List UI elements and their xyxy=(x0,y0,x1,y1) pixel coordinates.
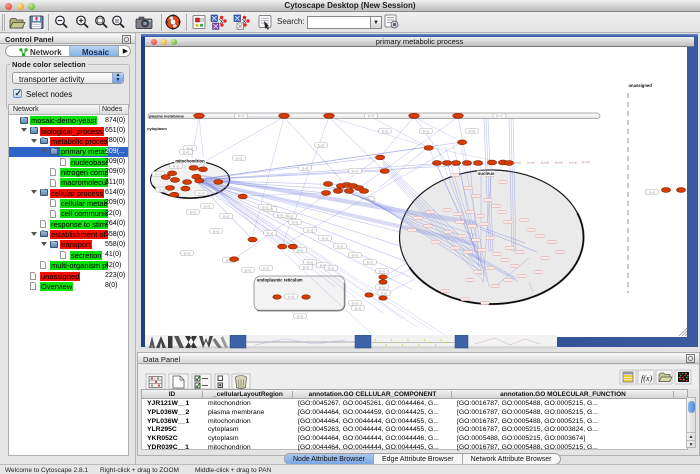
svg-text:[e-e]: [e-e] xyxy=(469,129,475,133)
svg-text:⊞: ⊞ xyxy=(115,19,119,25)
svg-text:[e-e]: [e-e] xyxy=(649,190,655,194)
svg-text:[e-e]: [e-e] xyxy=(263,266,269,270)
svg-text:nucleus: nucleus xyxy=(477,171,495,176)
svg-text:[e-e]: [e-e] xyxy=(155,172,161,176)
svg-text:[c-nd]: [c-nd] xyxy=(513,161,521,165)
svg-text:[e-e]: [e-e] xyxy=(307,260,313,264)
svg-text:[e-e]: [e-e] xyxy=(238,114,244,118)
svg-text:[e-e]: [e-e] xyxy=(368,114,374,118)
svg-text:[e-e]: [e-e] xyxy=(322,236,328,240)
svg-text:cytoplasm: cytoplasm xyxy=(147,126,167,131)
svg-text:[e-e]: [e-e] xyxy=(297,248,303,252)
svg-text:[e-e]: [e-e] xyxy=(223,214,229,218)
svg-text:[e-e]: [e-e] xyxy=(277,213,283,217)
svg-text:[e-e]: [e-e] xyxy=(352,169,358,173)
svg-text:[c-nd]: [c-nd] xyxy=(555,161,563,165)
svg-text:[e-e]: [e-e] xyxy=(352,301,358,305)
svg-text:[e-e]: [e-e] xyxy=(302,166,308,170)
svg-text:[e-e]: [e-e] xyxy=(297,314,303,318)
svg-text:[e-e]: [e-e] xyxy=(328,266,334,270)
svg-text:[e-e]: [e-e] xyxy=(173,164,179,168)
svg-text:[e-e]: [e-e] xyxy=(307,228,313,232)
svg-text:endoplasmic reticulum: endoplasmic reticulum xyxy=(257,278,303,283)
svg-text:[e-e]: [e-e] xyxy=(204,204,210,208)
svg-text:unassigned: unassigned xyxy=(629,83,653,88)
svg-text:[e-e]: [e-e] xyxy=(198,191,204,195)
svg-text:[e-e]: [e-e] xyxy=(262,205,268,209)
svg-text:[c-nd]: [c-nd] xyxy=(541,161,549,165)
svg-text:[e-e]: [e-e] xyxy=(288,295,294,299)
svg-text:[e-e]: [e-e] xyxy=(245,268,251,272)
svg-text:mitochondrion: mitochondrion xyxy=(175,159,205,164)
svg-text:[e-e]: [e-e] xyxy=(337,244,343,248)
svg-text:[e-e]: [e-e] xyxy=(382,129,388,133)
svg-text:[e-e]: [e-e] xyxy=(267,231,273,235)
svg-text:[e-e]: [e-e] xyxy=(190,210,196,214)
svg-text:[e-e]: [e-e] xyxy=(355,306,361,310)
svg-text:[e-e]: [e-e] xyxy=(381,291,387,295)
svg-text:[c-nd]: [c-nd] xyxy=(527,161,535,165)
svg-text:f(x): f(x) xyxy=(641,374,652,383)
svg-text:[e-e]: [e-e] xyxy=(379,285,385,289)
svg-text:[e-e]: [e-e] xyxy=(303,265,309,269)
svg-text:[e-e]: [e-e] xyxy=(287,214,293,218)
svg-text:[e-e]: [e-e] xyxy=(379,269,385,273)
svg-text:[e-e]: [e-e] xyxy=(292,220,298,224)
svg-text:[e-e]: [e-e] xyxy=(159,188,165,192)
svg-text:plasma membrane: plasma membrane xyxy=(149,114,185,119)
svg-text:[e-e]: [e-e] xyxy=(367,260,373,264)
svg-text:[e-e]: [e-e] xyxy=(184,251,190,255)
svg-text:[e-e]: [e-e] xyxy=(423,129,429,133)
svg-text:[e-e]: [e-e] xyxy=(213,229,219,233)
svg-text:[e-e]: [e-e] xyxy=(183,150,189,154)
svg-text:[c-nd]: [c-nd] xyxy=(582,160,590,164)
svg-text:[e-e]: [e-e] xyxy=(318,143,324,147)
svg-text:[c-nd]: [c-nd] xyxy=(569,161,577,165)
svg-text:[e-e]: [e-e] xyxy=(236,156,242,160)
svg-text:[e-e]: [e-e] xyxy=(496,114,502,118)
svg-text:[e-e]: [e-e] xyxy=(352,253,358,257)
